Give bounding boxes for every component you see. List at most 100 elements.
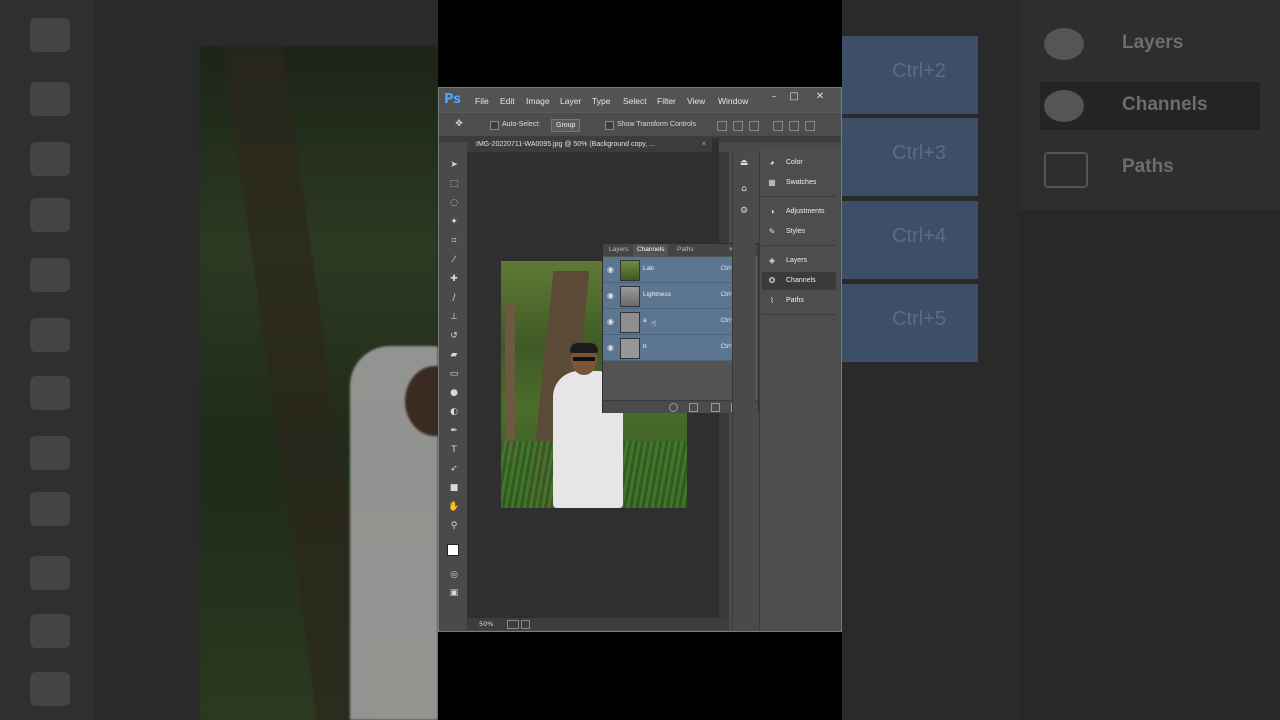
channel-row[interactable]: ◉ Lightness Ctrl+3 (603, 283, 748, 309)
dodge-icon[interactable]: ◐ (448, 407, 460, 418)
layers-icon: ◈ (768, 256, 776, 265)
blur-icon[interactable]: ● (448, 388, 460, 399)
gradient-icon (30, 376, 70, 410)
tab-channels[interactable]: Channels (633, 244, 669, 256)
dock-item-color[interactable]: ◕ Color (762, 154, 836, 172)
status-arrow-icon[interactable] (521, 620, 530, 629)
marquee-icon[interactable]: ⬚ (448, 179, 460, 190)
swatches-icon: ▦ (768, 178, 776, 187)
transform-controls-label: Show Transform Controls (617, 121, 696, 128)
color-icon: ◕ (769, 158, 775, 167)
eraser-icon[interactable]: ▰ (448, 350, 460, 361)
dock-item-channels[interactable]: ❂ Channels (762, 272, 836, 290)
stamp-icon[interactable]: ⊥ (448, 312, 460, 323)
brush-icon[interactable]: ∕ (448, 293, 460, 304)
move-tool-icon[interactable]: ✥ (453, 119, 465, 130)
zoom-level[interactable]: 50% (479, 618, 493, 630)
menu-window[interactable]: Window (718, 96, 748, 106)
document-tab[interactable]: IMG-20220711-WA0095.jpg @ 50% (Backgroun… (467, 138, 712, 152)
background-row: Ctrl+2 (842, 36, 978, 114)
tab-layers[interactable]: Layers (605, 244, 633, 256)
styles-icon: ✎ (768, 227, 776, 236)
maximize-button[interactable]: □ (785, 90, 803, 103)
history-icon[interactable]: ⏏ (738, 158, 750, 170)
close-button[interactable]: ✕ (811, 90, 829, 103)
channel-row[interactable]: ◉ b Ctrl+5 (603, 335, 748, 361)
path-selection-icon[interactable]: ➶ (448, 464, 460, 475)
channels-icon: ❂ (768, 276, 776, 285)
quick-select-icon[interactable]: ✦ (448, 217, 460, 228)
channel-thumbnail (620, 338, 640, 359)
zoom-icon[interactable]: ⚲ (448, 521, 460, 532)
lasso-icon[interactable]: ◌ (448, 198, 460, 209)
transform-controls-checkbox[interactable] (605, 121, 614, 130)
eye-icon[interactable]: ◉ (607, 343, 614, 352)
background-panel-dock: Layers Channels Paths (1020, 0, 1280, 210)
minimize-button[interactable]: – (765, 90, 783, 103)
pen-icon[interactable]: ✒ (448, 426, 460, 437)
actions-icon[interactable]: ⌂ (738, 184, 750, 196)
background-left-zoom (0, 0, 438, 720)
background-photo-blur (200, 46, 438, 720)
auto-select-checkbox[interactable] (490, 121, 499, 130)
eraser-icon (30, 318, 70, 352)
align-center-icon[interactable] (789, 121, 799, 131)
doc-info-icon[interactable] (507, 620, 519, 629)
dock-item-styles[interactable]: ✎ Styles (762, 223, 836, 241)
move-icon[interactable]: ➤ (448, 160, 460, 171)
type-icon[interactable]: T (448, 445, 460, 456)
healing-icon[interactable]: ✚ (448, 274, 460, 285)
hand-icon[interactable]: ✋ (448, 502, 460, 513)
channel-thumbnail (620, 286, 640, 307)
eyedropper-icon (30, 18, 70, 52)
gradient-icon[interactable]: ▭ (448, 369, 460, 380)
healing-brush-icon (30, 82, 70, 116)
screen-mode-icon[interactable]: ▣ (448, 588, 460, 599)
menu-image[interactable]: Image (526, 96, 550, 106)
channel-row[interactable]: ◉ Lab Ctrl+2 (603, 257, 748, 283)
menu-type[interactable]: Type (592, 96, 610, 106)
dock-item-paths[interactable]: ⌇ Paths (762, 292, 836, 310)
foreground-color-swatch[interactable] (447, 544, 459, 556)
eye-icon[interactable]: ◉ (607, 265, 614, 274)
eyedropper-icon[interactable]: ⁄ (448, 255, 460, 266)
properties-icon[interactable]: ⚙ (738, 206, 750, 218)
tools-panel: ➤ ⬚ ◌ ✦ ⌗ ⁄ ✚ ∕ ⊥ ↺ ▰ ▭ ● ◐ ✒ T ➶ ■ ✋ ⚲ … (445, 154, 464, 604)
dock-item-swatches[interactable]: ▦ Swatches (762, 174, 836, 192)
menu-view[interactable]: View (687, 96, 705, 106)
new-channel-icon[interactable] (711, 403, 720, 412)
menu-file[interactable]: File (475, 96, 489, 106)
auto-select-dropdown[interactable]: Group (551, 119, 581, 132)
save-selection-icon[interactable] (689, 403, 698, 412)
align-right-icon[interactable] (805, 121, 815, 131)
channel-name: Lightness (643, 291, 671, 298)
eye-icon[interactable]: ◉ (607, 317, 614, 326)
align-left-icon[interactable] (773, 121, 783, 131)
status-bar: 50% (467, 618, 729, 630)
channel-thumbnail (620, 312, 640, 333)
menu-edit[interactable]: Edit (500, 96, 515, 106)
align-middle-icon[interactable] (733, 121, 743, 131)
menu-filter[interactable]: Filter (657, 96, 676, 106)
shape-icon[interactable]: ■ (448, 483, 460, 494)
quick-mask-icon[interactable]: ◎ (448, 570, 460, 581)
dock-item-layers[interactable]: ◈ Layers (762, 252, 836, 270)
eye-icon[interactable]: ◉ (607, 291, 614, 300)
dodge-icon (30, 492, 70, 526)
align-bottom-icon[interactable] (749, 121, 759, 131)
background-channels-item: Channels (1040, 82, 1260, 130)
crop-icon[interactable]: ⌗ (448, 236, 460, 247)
channel-thumbnail (620, 260, 640, 281)
dock-separator (762, 245, 836, 246)
dock-item-adjustments[interactable]: ◑ Adjustments (762, 203, 836, 221)
history-brush-icon[interactable]: ↺ (448, 331, 460, 342)
channel-row[interactable]: ◉ a ☝ Ctrl+4 (603, 309, 748, 335)
clone-stamp-icon (30, 198, 70, 232)
tab-paths[interactable]: Paths (673, 244, 698, 256)
load-selection-icon[interactable] (669, 403, 678, 412)
menu-select[interactable]: Select (623, 96, 647, 106)
align-top-icon[interactable] (717, 121, 727, 131)
menu-layer[interactable]: Layer (560, 96, 581, 106)
background-right-zoom: Ctrl+2 Ctrl+3 Ctrl+4 Ctrl+5 Layers Chann… (842, 0, 1280, 720)
document-close-icon[interactable]: × (702, 138, 706, 152)
